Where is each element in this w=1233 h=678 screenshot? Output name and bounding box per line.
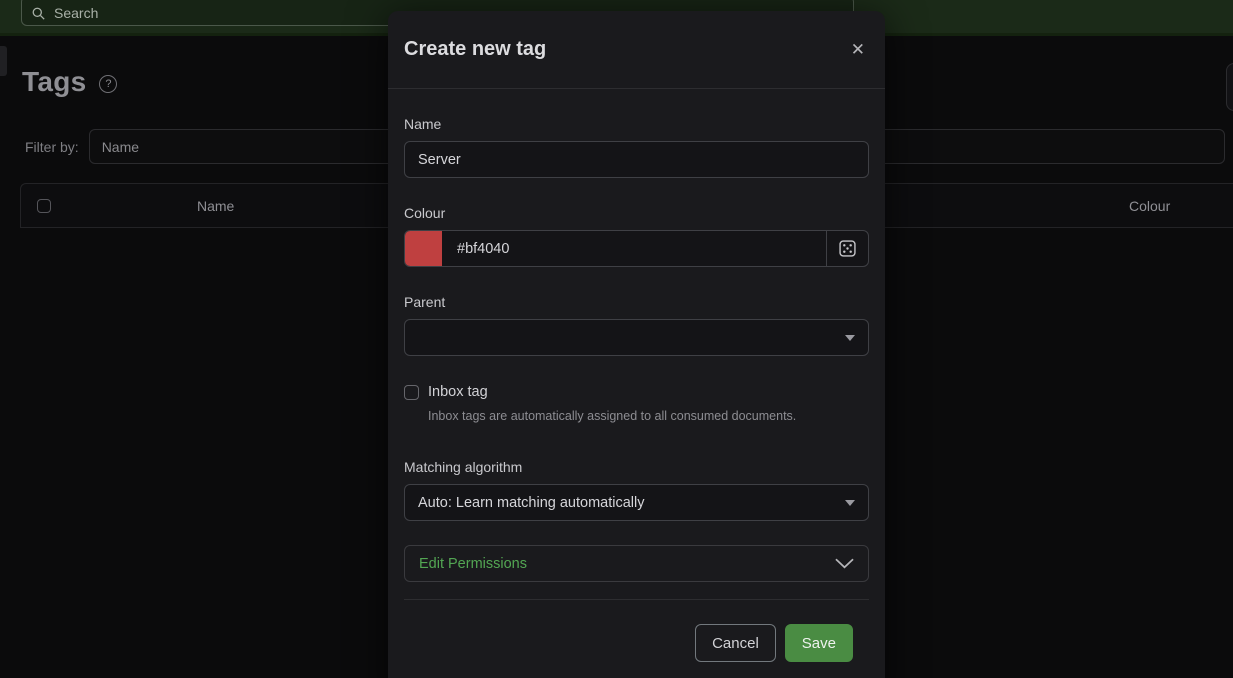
page-title-row: Tags ? [22, 66, 117, 98]
colour-swatch[interactable] [405, 231, 442, 266]
chevron-down-icon [835, 558, 854, 569]
modal-body: Name Colour [388, 116, 885, 678]
modal-title: Create new tag [404, 38, 546, 61]
save-button[interactable]: Save [785, 624, 853, 662]
right-edge-panel-stub [1226, 63, 1233, 111]
caret-down-icon [845, 335, 855, 341]
edit-permissions-button[interactable]: Edit Permissions [404, 545, 869, 582]
create-tag-modal: Create new tag ✕ Name Colour [388, 11, 885, 678]
name-input[interactable] [404, 141, 869, 178]
inbox-tag-hint: Inbox tags are automatically assigned to… [428, 409, 869, 423]
search-placeholder-text: Search [54, 5, 98, 21]
column-header-name[interactable]: Name [197, 198, 234, 214]
random-colour-button[interactable] [826, 231, 868, 266]
modal-footer: Cancel Save [404, 599, 869, 678]
colour-label: Colour [404, 205, 869, 221]
column-header-colour[interactable]: Colour [1129, 198, 1170, 214]
matching-algorithm-value: Auto: Learn matching automatically [418, 495, 645, 511]
colour-hex-input[interactable] [442, 231, 826, 266]
cancel-button[interactable]: Cancel [695, 624, 776, 662]
filter-by-label: Filter by: [25, 139, 79, 155]
close-icon[interactable]: ✕ [851, 41, 865, 58]
select-all-checkbox[interactable] [37, 199, 51, 213]
matching-algorithm-label: Matching algorithm [404, 459, 869, 475]
inbox-tag-checkbox[interactable] [404, 385, 419, 400]
parent-field-group: Parent [404, 294, 869, 356]
search-icon [32, 7, 45, 20]
left-edge-panel-stub [0, 46, 7, 76]
colour-field-group: Colour [404, 205, 869, 267]
page-title: Tags [22, 66, 86, 98]
dice-icon [839, 240, 856, 257]
help-icon[interactable]: ? [99, 75, 117, 93]
parent-select[interactable] [404, 319, 869, 356]
inbox-tag-label[interactable]: Inbox tag [428, 384, 488, 400]
edit-permissions-label: Edit Permissions [419, 556, 527, 572]
parent-label: Parent [404, 294, 869, 310]
matching-algorithm-select[interactable]: Auto: Learn matching automatically [404, 484, 869, 521]
name-field-group: Name [404, 116, 869, 178]
name-label: Name [404, 116, 869, 132]
matching-field-group: Matching algorithm Auto: Learn matching … [404, 459, 869, 521]
modal-header: Create new tag ✕ [388, 11, 885, 89]
colour-input-group [404, 230, 869, 267]
inbox-tag-row: Inbox tag [404, 384, 869, 400]
caret-down-icon [845, 500, 855, 506]
